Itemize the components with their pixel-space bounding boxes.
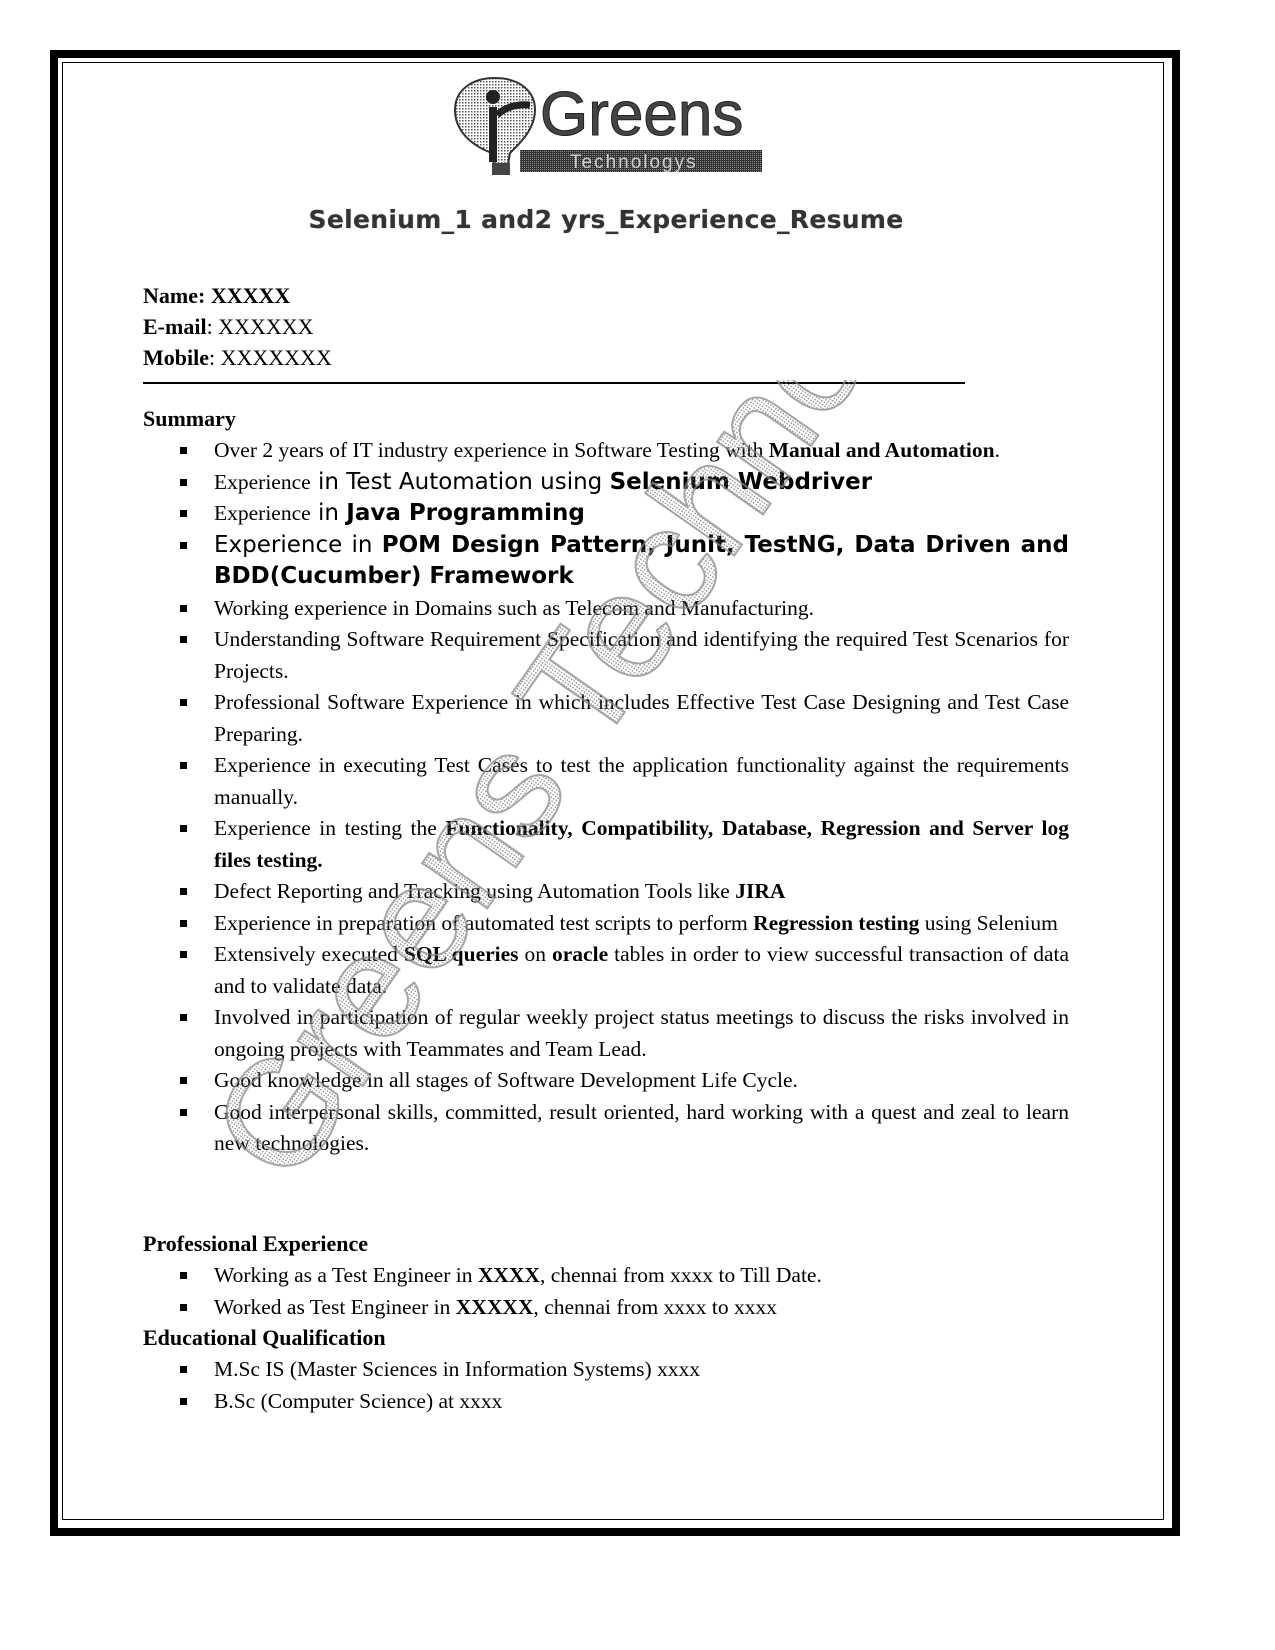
contact-mobile: Mobile: XXXXXXX (143, 345, 332, 370)
summary-item-text: Experience in preparation of automated t… (214, 910, 754, 935)
summary-item: Professional Software Experience in whic… (143, 687, 1069, 750)
summary-item-text: Experience (214, 469, 311, 494)
summary-item: Defect Reporting and Tracking using Auto… (143, 876, 1069, 908)
logo-name: Greens (540, 80, 743, 149)
summary-item: Working experience in Domains such as Te… (143, 593, 1069, 625)
summary-item: Understanding Software Requirement Speci… (143, 624, 1069, 687)
summary-item-text: Regression testing (753, 910, 920, 935)
bullet-icon (180, 636, 187, 643)
experience-item-text: Worked as Test Engineer in (214, 1294, 456, 1319)
summary-item-text: . (994, 438, 1000, 462)
bullet-icon (180, 951, 187, 958)
bullet-icon (180, 762, 187, 769)
education-heading: Educational Qualification (143, 1325, 386, 1350)
summary-item-text: Professional Software Experience in whic… (214, 690, 1069, 746)
experience-item-text: , chennai from xxxx to Till Date. (539, 1263, 822, 1287)
summary-item: Good knowledge in all stages of Software… (143, 1065, 1069, 1097)
bullet-icon (180, 1303, 187, 1311)
summary-item: Good interpersonal skills, committed, re… (143, 1097, 1069, 1160)
bullet-icon (180, 699, 187, 706)
bullet-icon (180, 510, 187, 517)
summary-item: Experience in preparation of automated t… (143, 908, 1069, 940)
summary-item-text: Experience in executing Test Cases to te… (214, 753, 1069, 809)
bullet-icon (180, 1014, 187, 1021)
contact-email: E-mail: XXXXXX (143, 314, 314, 339)
summary-item-text: in (310, 500, 347, 526)
bullet-icon (180, 541, 187, 549)
summary-item: Experience in testing the Functionality,… (143, 813, 1069, 876)
education-item: B.Sc (Computer Science) at xxxx (143, 1386, 1069, 1418)
contact-block: Name: XXXXX E-mail: XXXXXX Mobile: XXXXX… (143, 280, 332, 373)
bullet-icon (180, 1366, 187, 1373)
document-title: Selenium_1 and2 yrs_Experience_Resume (308, 205, 904, 234)
bullet-icon (180, 447, 187, 454)
education-item-text: B.Sc (Computer Science) at xxxx (214, 1388, 503, 1413)
bullet-icon (180, 1077, 187, 1084)
summary-item-text: Extensively executed (214, 942, 404, 966)
divider-line (143, 382, 965, 384)
education-list: M.Sc IS (Master Sciences in Information … (143, 1354, 1069, 1417)
summary-item: Experience in executing Test Cases to te… (143, 750, 1069, 813)
bullet-icon (180, 919, 187, 927)
summary-item-text: Selenium Webdriver (609, 468, 873, 495)
summary-item-text: Java Programming (346, 500, 585, 526)
experience-item: Working as a Test Engineer in XXXX, chen… (143, 1260, 1069, 1292)
summary-item-text: using Selenium (919, 910, 1058, 935)
bullet-icon (180, 478, 187, 486)
summary-item-text: SQL queries (403, 942, 519, 966)
summary-item-text: Experience in (214, 531, 382, 558)
summary-item-text: Involved in participation of regular wee… (214, 1005, 1069, 1061)
education-item-text: M.Sc IS (Master Sciences in Information … (214, 1357, 701, 1381)
bullet-icon (180, 1272, 187, 1279)
mobile-value: : XXXXXXX (209, 345, 332, 370)
summary-item-text: JIRA (735, 879, 786, 903)
experience-list: Working as a Test Engineer in XXXX, chen… (143, 1260, 1069, 1323)
summary-item-text: Working experience in Domains such as Te… (214, 595, 814, 620)
summary-item-text: Good interpersonal skills, committed, re… (214, 1099, 1069, 1156)
experience-item: Worked as Test Engineer in XXXXX, chenna… (143, 1292, 1069, 1324)
bullet-icon (180, 1108, 187, 1116)
summary-item: Involved in participation of regular wee… (143, 1002, 1069, 1065)
summary-item: Over 2 years of IT industry experience i… (143, 435, 1069, 467)
summary-item: Experience in Test Automation using Sele… (143, 467, 1069, 499)
summary-item-text: Experience (214, 501, 311, 525)
summary-item-text: Defect Reporting and Tracking using Auto… (214, 879, 736, 903)
summary-item-text: Good knowledge in all stages of Software… (214, 1068, 798, 1092)
summary-item-text: on (518, 942, 553, 966)
bullet-icon (180, 888, 187, 895)
email-value: : XXXXXX (206, 314, 314, 339)
experience-item-text: XXXXX (455, 1294, 534, 1319)
bullet-icon (180, 1397, 187, 1405)
summary-item-text: in Test Automation using (310, 468, 610, 495)
experience-item-text: XXXX (477, 1263, 540, 1287)
summary-heading: Summary (143, 406, 236, 431)
logo-tagline: Technologys (570, 152, 698, 173)
summary-item-text: Experience in testing the (214, 816, 446, 840)
summary-item-text: Manual and Automation (768, 438, 995, 462)
summary-item-text: Understanding Software Requirement Speci… (214, 627, 1069, 683)
contact-name: Name: XXXXX (143, 283, 291, 308)
experience-item-text: , chennai from xxxx to xxxx (533, 1294, 778, 1319)
bullet-icon (180, 825, 187, 832)
experience-heading: Professional Experience (143, 1231, 369, 1256)
summary-list: Over 2 years of IT industry experience i… (143, 435, 1069, 1160)
summary-item: Extensively executed SQL queries on orac… (143, 939, 1069, 1002)
bullet-icon (180, 604, 187, 612)
experience-item-text: Working as a Test Engineer in (214, 1263, 478, 1287)
summary-item-text: Over 2 years of IT industry experience i… (214, 438, 769, 462)
summary-item: Experience in POM Design Pattern, Junit,… (143, 530, 1069, 593)
education-item: M.Sc IS (Master Sciences in Information … (143, 1354, 1069, 1386)
summary-item-text: oracle (552, 942, 609, 966)
summary-item: Experience in Java Programming (143, 498, 1069, 530)
name-value: XXXXX (210, 283, 291, 308)
greens-technologys-logo: Greens Technologys (453, 76, 762, 175)
